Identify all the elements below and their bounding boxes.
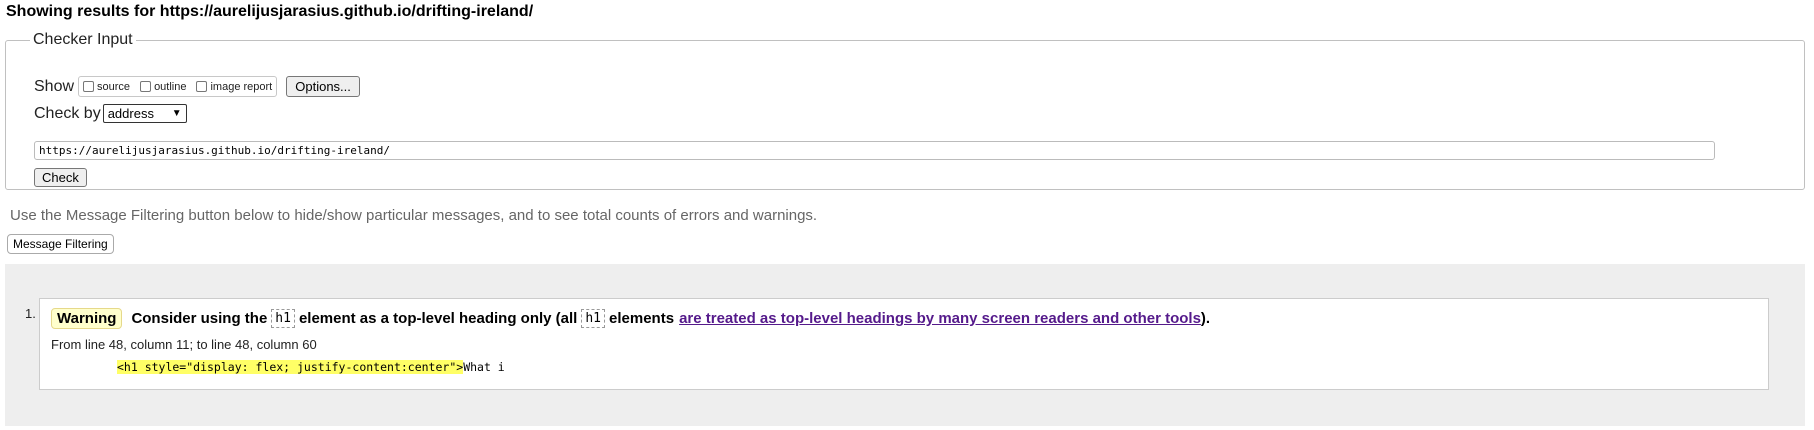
message-filtering-button[interactable]: Message Filtering	[7, 234, 114, 254]
show-source-option[interactable]: source	[83, 81, 130, 93]
chevron-down-icon: ▼	[171, 108, 182, 119]
message-location: From line 48, column 11; to line 48, col…	[51, 337, 317, 352]
h1-code-tag: h1	[271, 309, 295, 328]
warning-badge: Warning	[51, 308, 123, 329]
show-image-report-option[interactable]: image report	[196, 81, 272, 93]
show-options-group: source outline image report	[78, 76, 278, 97]
url-input[interactable]: https://aurelijusjarasius.github.io/drif…	[34, 141, 1715, 160]
show-row: Show source outline image report Options…	[34, 76, 360, 97]
checker-input-legend: Checker Input	[33, 31, 133, 48]
checker-input-fieldset: Checker Input Show source outline image …	[5, 31, 1805, 190]
show-outline-option[interactable]: outline	[140, 81, 186, 93]
extract-highlight: <h1 style="display: flex; justify-conten…	[117, 360, 464, 374]
results-title: Showing results for https://aurelijusjar…	[6, 3, 534, 20]
code-extract: <h1 style="display: flex; justify-conten…	[117, 360, 505, 374]
h1-code-tag-2: h1	[581, 309, 606, 328]
image-report-checkbox[interactable]	[196, 81, 208, 92]
extract-rest: What i	[463, 360, 505, 374]
check-button[interactable]: Check	[34, 168, 87, 187]
message-number: 1.	[25, 306, 36, 321]
check-by-label: Check by	[34, 104, 101, 122]
source-checkbox[interactable]	[83, 81, 95, 92]
source-checkbox-label: source	[97, 80, 131, 93]
message-text-3: elements	[609, 310, 675, 327]
outline-checkbox[interactable]	[140, 81, 152, 92]
check-by-row: Check by address ▼	[34, 104, 187, 123]
check-by-select[interactable]: address ▼	[102, 104, 187, 123]
image-report-checkbox-label: image report	[210, 80, 273, 93]
check-button-row: Check	[34, 168, 87, 187]
message-heading: Warning Consider using the h1 element as…	[51, 308, 1210, 329]
message-text-2: element as a top-level heading only (all	[298, 310, 578, 327]
options-button[interactable]: Options...	[286, 76, 360, 97]
message-text-1: Consider using the	[131, 310, 268, 327]
screen-readers-link[interactable]: are treated as top-level headings by man…	[679, 310, 1201, 327]
results-panel: 1. Warning Consider using the h1 element…	[5, 264, 1805, 426]
check-by-selected-value: address	[107, 106, 154, 121]
outline-checkbox-label: outline	[154, 80, 187, 93]
show-label: Show	[34, 77, 75, 95]
message-text-4: ).	[1200, 310, 1211, 327]
filter-hint: Use the Message Filtering button below t…	[10, 207, 818, 224]
message-item: Warning Consider using the h1 element as…	[39, 298, 1769, 390]
